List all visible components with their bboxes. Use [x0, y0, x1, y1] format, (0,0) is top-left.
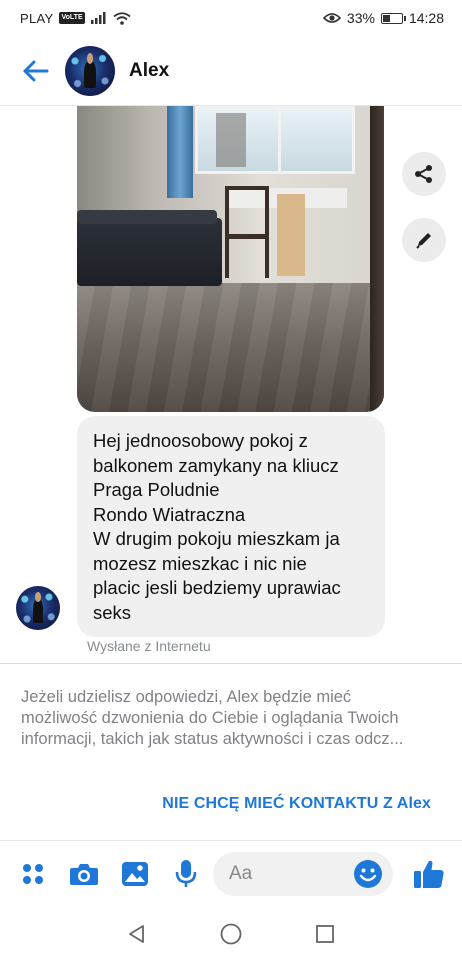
composer-bar: Aa: [0, 841, 462, 907]
contact-avatar[interactable]: [65, 45, 115, 96]
carrier-label: PLAY: [20, 10, 54, 26]
share-icon: [415, 165, 432, 183]
nav-home-icon[interactable]: [219, 922, 243, 946]
notice-line: informacji, takich jak status aktywności…: [21, 730, 404, 748]
voice-button[interactable]: [161, 849, 211, 899]
notice-line: możliwość dzwonienia do Ciebie i oglądan…: [21, 709, 399, 727]
like-button[interactable]: [406, 849, 452, 899]
message-bubble[interactable]: Hej jednoosobowy pokoj z balkonem zamyka…: [77, 416, 385, 637]
notice-line: Jeżeli udzielisz odpowiedzi, Alex będzie…: [21, 688, 352, 706]
system-nav-bar: [0, 907, 462, 960]
nav-back-icon[interactable]: [126, 923, 148, 945]
contact-name[interactable]: Alex: [129, 60, 169, 82]
wifi-icon: [113, 11, 131, 25]
emoji-icon[interactable]: [353, 859, 383, 889]
status-right: 33% 14:28: [322, 10, 444, 26]
message-input[interactable]: Aa: [213, 852, 393, 896]
sender-avatar[interactable]: [16, 586, 60, 630]
conversation-area[interactable]: Hej jednoosobowy pokoj z balkonem zamyka…: [0, 106, 462, 662]
apps-icon: [23, 864, 43, 884]
battery-icon: [380, 12, 406, 24]
status-left: PLAY VoLTE: [20, 11, 131, 26]
contact-notice: Jeżeli udzielisz odpowiedzi, Alex będzie…: [21, 687, 446, 750]
clock: 14:28: [408, 10, 444, 26]
camera-button[interactable]: [59, 849, 109, 899]
pencil-icon: [416, 233, 431, 249]
sent-via-label: Wysłane z Internetu: [87, 638, 211, 654]
shared-photo[interactable]: [77, 106, 384, 412]
battery-percent: 33%: [346, 10, 375, 26]
gallery-button[interactable]: [110, 849, 160, 899]
signal-icon: [90, 12, 106, 24]
status-bar: PLAY VoLTE 33% 14:28: [0, 0, 462, 36]
edit-button[interactable]: [402, 218, 446, 262]
volte-badge: VoLTE: [59, 12, 85, 24]
thumbs-up-icon: [414, 860, 444, 888]
apps-button[interactable]: [8, 849, 58, 899]
image-icon: [122, 862, 148, 886]
divider: [0, 663, 462, 664]
camera-icon: [70, 864, 98, 885]
share-button[interactable]: [402, 152, 446, 196]
eye-icon: [322, 13, 341, 23]
microphone-icon: [175, 860, 197, 887]
nav-recents-icon[interactable]: [314, 923, 336, 945]
message-text: Hej jednoosobowy pokoj z balkonem zamyka…: [93, 430, 341, 623]
message-input-placeholder: Aa: [229, 863, 253, 884]
arrow-left-icon: [23, 60, 49, 81]
back-button[interactable]: [5, 41, 65, 101]
no-contact-button[interactable]: NIE CHCĘ MIEĆ KONTAKTU Z Alex: [162, 795, 431, 813]
chat-header: Alex: [0, 36, 462, 106]
